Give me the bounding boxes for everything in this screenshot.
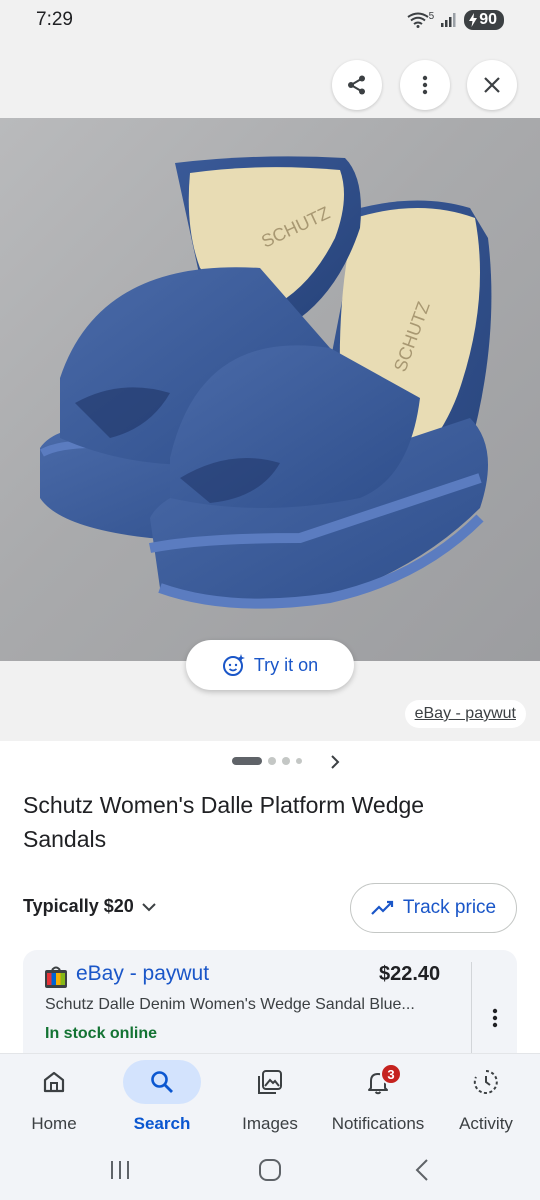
seller-logo-icon bbox=[45, 966, 67, 988]
nav-activity[interactable]: Activity bbox=[432, 1054, 540, 1144]
battery-level: 90 bbox=[479, 11, 497, 28]
image-source-link[interactable]: eBay - paywut bbox=[404, 700, 526, 728]
carousel-dot-active[interactable] bbox=[232, 757, 262, 765]
nav-search-label: Search bbox=[133, 1114, 191, 1133]
typical-price-dropdown[interactable]: Typically $20 bbox=[23, 896, 158, 917]
seller-offer-card[interactable]: eBay - paywut $22.40 Schutz Dalle Denim … bbox=[23, 950, 517, 1070]
nav-images[interactable]: Images bbox=[216, 1054, 324, 1144]
typical-price: Typically $20 bbox=[23, 896, 134, 916]
chevron-down-icon bbox=[142, 902, 156, 911]
signal-icon bbox=[441, 13, 456, 27]
carousel-next-button[interactable] bbox=[326, 752, 344, 772]
nav-notifications-label: Notifications bbox=[331, 1114, 425, 1133]
share-button[interactable] bbox=[332, 60, 382, 110]
try-it-on-button[interactable]: Try it on bbox=[186, 640, 354, 690]
notification-badge: 3 bbox=[380, 1063, 402, 1085]
nav-home-label: Home bbox=[31, 1114, 77, 1133]
nav-home-icon-wrap bbox=[15, 1060, 93, 1104]
try-it-on-label: Try it on bbox=[253, 654, 319, 675]
back-icon bbox=[415, 1159, 428, 1181]
nav-images-label: Images bbox=[242, 1114, 298, 1133]
status-icons: 5 90 bbox=[407, 10, 504, 30]
image-viewer-toolbar bbox=[0, 40, 540, 118]
seller-name-link[interactable]: eBay - paywut bbox=[76, 962, 209, 986]
offer-description: Schutz Dalle Denim Women's Wedge Sandal … bbox=[45, 996, 415, 1013]
close-button[interactable] bbox=[467, 60, 517, 110]
track-price-label: Track price bbox=[402, 897, 497, 918]
close-icon bbox=[484, 77, 500, 93]
carousel-indicator bbox=[232, 757, 302, 765]
charging-icon bbox=[469, 13, 478, 27]
more-options-button[interactable] bbox=[400, 60, 450, 110]
carousel-dot[interactable] bbox=[268, 757, 276, 765]
home-system-button[interactable] bbox=[250, 1155, 290, 1185]
images-icon bbox=[258, 1070, 282, 1094]
more-vert-icon bbox=[422, 75, 428, 95]
offer-more-button[interactable] bbox=[485, 1006, 505, 1030]
battery-indicator: 90 bbox=[464, 10, 504, 30]
more-vert-icon bbox=[492, 1008, 498, 1028]
nav-notifications-icon-wrap: 3 bbox=[339, 1060, 417, 1104]
nav-activity-label: Activity bbox=[459, 1114, 513, 1133]
status-time: 7:29 bbox=[36, 9, 73, 30]
activity-icon bbox=[473, 1070, 498, 1094]
trending-line-icon bbox=[371, 900, 393, 915]
nav-activity-icon-wrap bbox=[447, 1060, 525, 1104]
product-image[interactable]: SCHUTZ SCHUTZ bbox=[0, 118, 540, 661]
nav-notifications[interactable]: 3 Notifications bbox=[324, 1054, 432, 1144]
bottom-navigation: Home Search Images 3 Notifications Activ… bbox=[0, 1053, 540, 1143]
offer-divider bbox=[471, 962, 472, 1058]
product-title: Schutz Women's Dalle Platform Wedge Sand… bbox=[23, 792, 425, 852]
wifi-icon bbox=[407, 12, 429, 28]
virtual-try-on-icon bbox=[222, 654, 245, 676]
recent-apps-icon bbox=[111, 1161, 129, 1179]
network-type: 5 bbox=[428, 10, 435, 22]
sandals-illustration: SCHUTZ SCHUTZ bbox=[40, 156, 492, 609]
system-navigation-bar bbox=[0, 1143, 540, 1200]
track-price-button[interactable]: Track price bbox=[350, 883, 517, 933]
nav-search[interactable]: Search bbox=[108, 1054, 216, 1144]
share-icon bbox=[348, 75, 365, 95]
status-bar: 7:29 5 90 bbox=[0, 0, 540, 40]
carousel-dot[interactable] bbox=[282, 757, 290, 765]
offer-price: $22.40 bbox=[379, 963, 441, 985]
stock-status: In stock online bbox=[45, 1025, 158, 1042]
search-icon bbox=[151, 1071, 173, 1093]
carousel-dot[interactable] bbox=[296, 758, 302, 764]
nav-home[interactable]: Home bbox=[0, 1054, 108, 1144]
nav-search-icon-wrap bbox=[123, 1060, 201, 1104]
recent-apps-button[interactable] bbox=[100, 1155, 140, 1185]
back-button[interactable] bbox=[403, 1155, 443, 1185]
nav-images-icon-wrap bbox=[231, 1060, 309, 1104]
chevron-right-icon bbox=[331, 755, 340, 769]
home-pill-icon bbox=[259, 1159, 281, 1181]
home-icon bbox=[43, 1071, 65, 1093]
